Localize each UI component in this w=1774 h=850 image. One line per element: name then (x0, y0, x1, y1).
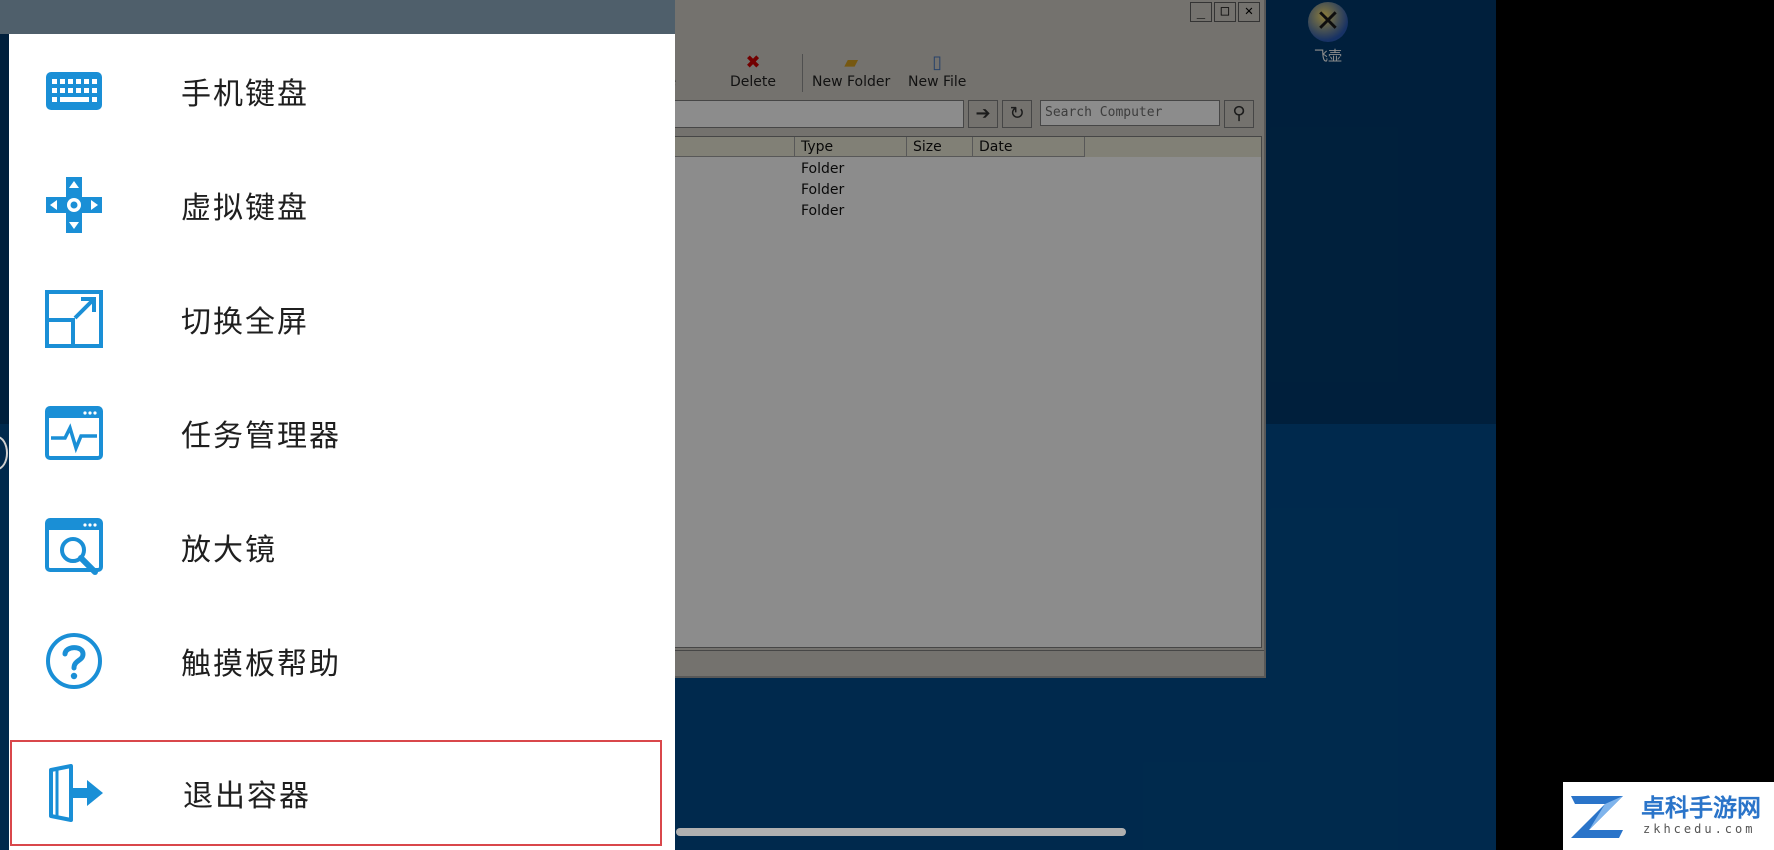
menu-item-label: 切换全屏 (181, 305, 309, 340)
menu-item-label: 虚拟键盘 (181, 191, 309, 226)
watermark-logo-icon (1569, 790, 1627, 842)
exit-icon (47, 764, 105, 822)
menu-item-magnifier[interactable]: 放大镜 (9, 490, 675, 604)
task-manager-icon (45, 404, 103, 462)
magnifier-icon (45, 518, 103, 576)
menu-item-label: 退出容器 (183, 779, 311, 814)
watermark-title: 卓科手游网 (1641, 794, 1761, 822)
menu-item-label: 手机键盘 (181, 77, 309, 112)
menu-item-label: 任务管理器 (181, 419, 341, 454)
horizontal-scrollbar[interactable] (676, 828, 1126, 836)
menu-item-toggle-fullscreen[interactable]: 切换全屏 (9, 262, 675, 376)
menu-item-virtual-keyboard[interactable]: 虚拟键盘 (9, 148, 675, 262)
help-icon (45, 632, 103, 690)
side-menu-drawer: 手机键盘 虚拟键盘 切换全屏 任务管理器 放大镜 触摸板帮助 退出容器 (9, 34, 675, 850)
drawer-header (0, 0, 675, 34)
menu-item-touchpad-help[interactable]: 触摸板帮助 (9, 604, 675, 718)
keyboard-icon (45, 62, 103, 120)
watermark-subtitle: zkhcedu.com (1643, 822, 1756, 836)
watermark: 卓科手游网 zkhcedu.com (1563, 782, 1774, 850)
menu-item-label: 触摸板帮助 (181, 647, 341, 682)
dpad-icon (45, 176, 103, 234)
menu-item-label: 放大镜 (181, 533, 277, 568)
menu-item-phone-keyboard[interactable]: 手机键盘 (9, 34, 675, 148)
fullscreen-icon (45, 290, 103, 348)
menu-item-exit-container[interactable]: 退出容器 (10, 740, 662, 846)
menu-item-task-manager[interactable]: 任务管理器 (9, 376, 675, 490)
